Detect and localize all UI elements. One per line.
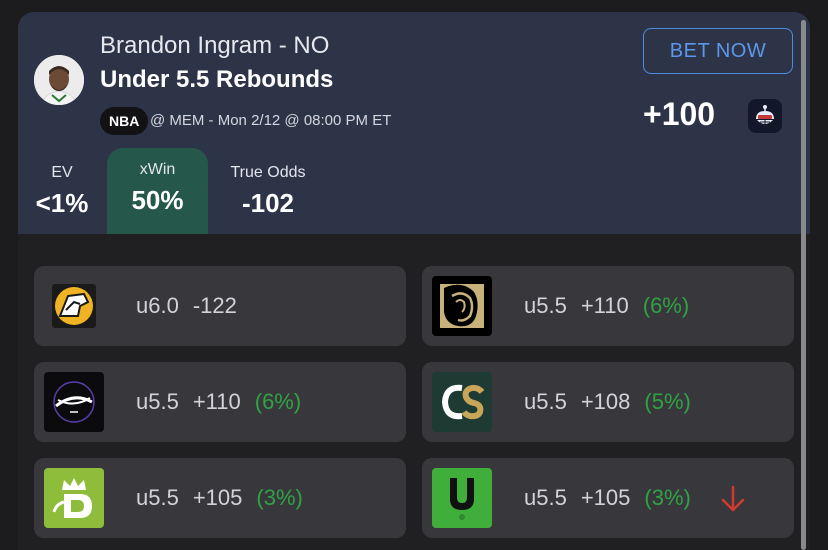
sportsbook-row-underdog[interactable]: u5.5 +105 (3%) — [422, 458, 794, 538]
odds-value: +110 — [192, 389, 241, 414]
prop-market: Under 5.5 Rebounds — [100, 66, 334, 93]
true-odds-stat: True Odds -102 — [222, 164, 314, 219]
hardrock-logo — [44, 372, 104, 432]
down-arrow-icon — [720, 484, 746, 514]
edge-value: (6%) — [642, 293, 690, 318]
betmgm-logo — [432, 276, 492, 336]
robot-app-icon[interactable] — [748, 99, 782, 133]
edge-value: (6%) — [254, 389, 302, 414]
odds-value: +110 — [580, 293, 629, 318]
line-value: u5.5 — [524, 389, 567, 414]
line-value: u5.5 — [524, 485, 567, 510]
line-value: u5.5 — [136, 389, 179, 414]
line-value: u6.0 — [136, 293, 179, 318]
book-line: u5.5 +110 (6%) — [524, 266, 689, 346]
edge-value: (3%) — [644, 485, 691, 510]
player-name: Brandon Ingram - NO — [100, 32, 330, 59]
book-line: u5.5 +108 (5%) — [524, 362, 691, 442]
caesars-logo — [432, 372, 492, 432]
best-odds: +100 — [643, 96, 716, 132]
sportsbook-row-fanatics[interactable]: u6.0 -122 — [34, 266, 406, 346]
book-line: u6.0 -122 — [136, 266, 251, 346]
player-avatar — [34, 55, 84, 105]
line-value: u5.5 — [136, 485, 179, 510]
ev-value: <1% — [35, 188, 89, 218]
sportsbook-row-draftkings[interactable]: u5.5 +105 (3%) — [34, 458, 406, 538]
true-odds-value: -102 — [241, 188, 295, 218]
book-line: u5.5 +110 (6%) — [136, 362, 301, 442]
line-value: u5.5 — [524, 293, 567, 318]
game-info: @ MEM - Mon 2/12 @ 08:00 PM ET — [150, 112, 392, 129]
sportsbook-row-hardrock[interactable]: u5.5 +110 (6%) — [34, 362, 406, 442]
xwin-stat: xWin 50% — [107, 148, 208, 234]
true-odds-label: True Odds — [230, 164, 306, 181]
xwin-value: 50% — [131, 185, 184, 215]
edge-value: (5%) — [644, 389, 691, 414]
book-line: u5.5 +105 (3%) — [136, 458, 303, 538]
sportsbook-row-caesars[interactable]: u5.5 +108 (5%) — [422, 362, 794, 442]
ev-label: EV — [51, 164, 73, 181]
edge-value: (3%) — [256, 485, 303, 510]
draftkings-logo — [44, 468, 104, 528]
ev-stat: EV <1% — [30, 164, 94, 219]
odds-value: +108 — [580, 389, 631, 414]
odds-value: +105 — [580, 485, 631, 510]
book-line: u5.5 +105 (3%) — [524, 458, 691, 538]
odds-value: -122 — [192, 293, 237, 318]
league-badge: NBA — [100, 107, 149, 135]
odds-value: +105 — [192, 485, 243, 510]
underdog-logo — [432, 468, 492, 528]
xwin-label: xWin — [139, 161, 176, 178]
scrollbar[interactable] — [801, 20, 806, 550]
bet-now-button[interactable]: BET NOW — [643, 28, 793, 74]
sportsbook-row-betmgm[interactable]: u5.5 +110 (6%) — [422, 266, 794, 346]
fanatics-logo — [44, 276, 104, 336]
